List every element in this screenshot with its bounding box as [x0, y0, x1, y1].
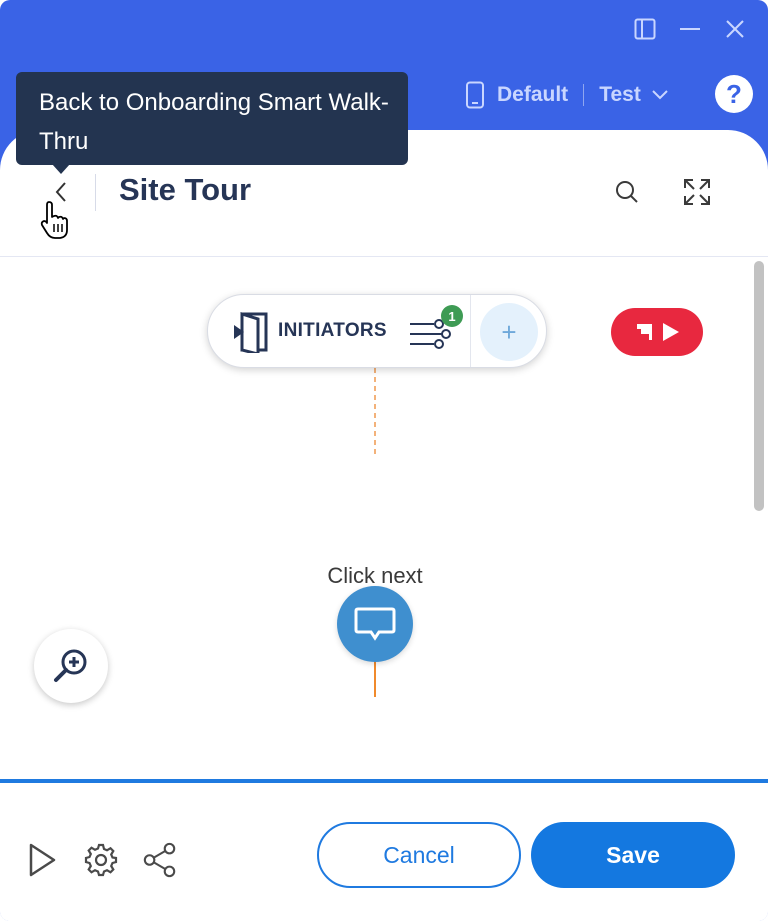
- page-title: Site Tour: [119, 172, 252, 207]
- editor-window: Default Test ? Site Tour INITIATORS 1 + …: [0, 0, 768, 921]
- settings-button[interactable]: [83, 842, 119, 878]
- sidebar-toggle-icon[interactable]: [630, 14, 660, 44]
- initiators-node[interactable]: INITIATORS 1 +: [207, 294, 547, 368]
- main-panel: Site Tour INITIATORS 1 + Click next Canc…: [0, 130, 768, 921]
- help-button[interactable]: ?: [715, 75, 753, 113]
- gear-icon: [84, 843, 118, 877]
- mode-label: Test: [599, 83, 641, 106]
- back-tooltip: Back to Onboarding Smart Walk-Thru: [16, 72, 408, 165]
- share-icon: [143, 842, 176, 878]
- cancel-button[interactable]: Cancel: [317, 822, 521, 888]
- hand-pointer-cursor-icon: [40, 200, 74, 245]
- flag-play-icon: [637, 323, 679, 341]
- step-label: Click next: [327, 563, 423, 588]
- play-icon: [29, 843, 56, 877]
- search-button[interactable]: [611, 176, 643, 208]
- close-icon[interactable]: [720, 14, 750, 44]
- door-enter-icon: [230, 311, 270, 358]
- expand-icon: [684, 179, 710, 205]
- play-flow-button[interactable]: [611, 308, 703, 356]
- initiators-label: INITIATORS: [278, 320, 387, 341]
- panel-footer: Cancel Save: [0, 779, 768, 921]
- step-node[interactable]: [337, 586, 413, 662]
- canvas-scrollbar-thumb[interactable]: [754, 261, 764, 511]
- minimize-icon[interactable]: [675, 14, 705, 44]
- search-icon: [616, 181, 638, 203]
- environment-selector[interactable]: Default Test: [465, 78, 669, 112]
- environment-label: Default: [497, 83, 569, 106]
- expand-button[interactable]: [681, 176, 713, 208]
- mobile-device-icon: [465, 81, 485, 109]
- divider: [583, 84, 585, 106]
- chevron-down-icon: [651, 89, 669, 101]
- share-button[interactable]: [142, 842, 178, 878]
- preview-button[interactable]: [24, 842, 60, 878]
- add-initiator-button[interactable]: +: [480, 303, 538, 361]
- initiators-count-badge: 1: [441, 305, 463, 327]
- divider: [470, 295, 471, 367]
- chat-bubble-icon: [354, 607, 396, 641]
- tooltip-arrow: [52, 164, 70, 174]
- header-divider: [95, 174, 96, 211]
- flow-canvas[interactable]: INITIATORS 1 + Click next: [0, 257, 768, 778]
- zoom-in-button[interactable]: [34, 629, 108, 703]
- zoom-in-icon: [54, 649, 87, 682]
- save-button[interactable]: Save: [531, 822, 735, 888]
